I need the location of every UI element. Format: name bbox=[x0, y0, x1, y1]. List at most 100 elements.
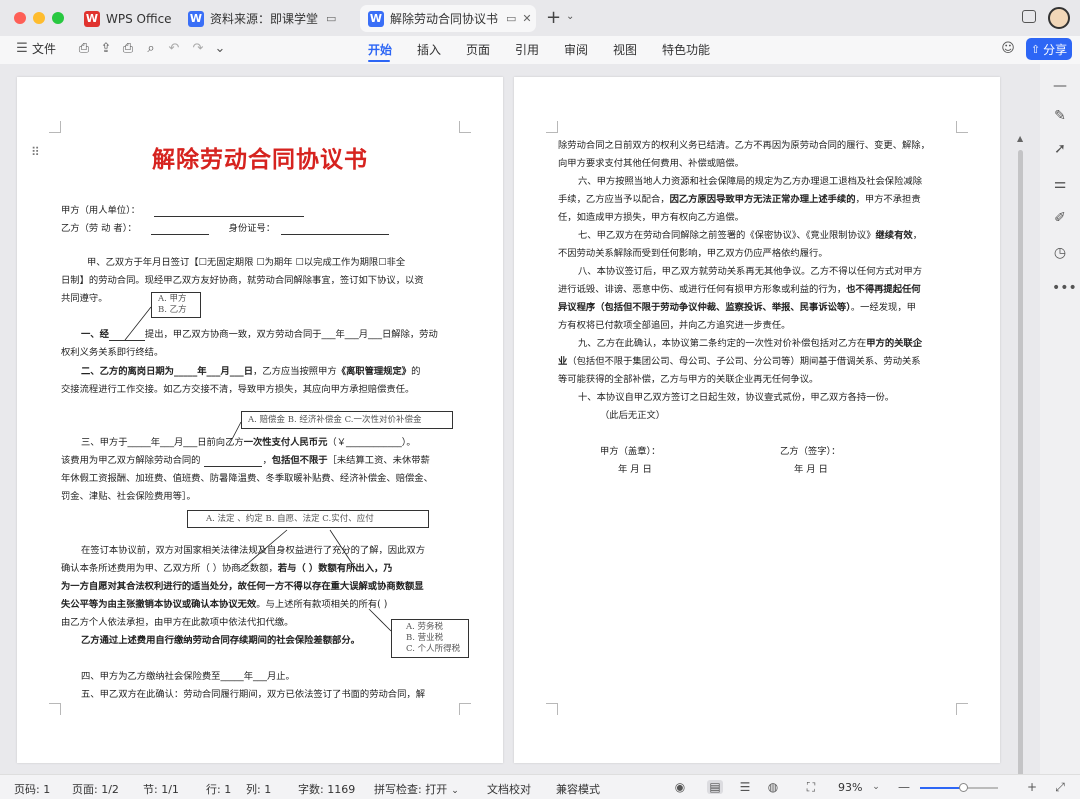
word-count-status[interactable]: 字数: 1169 bbox=[298, 781, 355, 797]
section-status[interactable]: 节: 1/1 bbox=[143, 781, 179, 797]
more-options-icon[interactable]: ••• bbox=[1052, 280, 1077, 296]
body-line: 异议程序（包括但不限于劳动争议仲裁、监察投诉、举报、民事诉讼等）。一经发现，甲 bbox=[558, 302, 916, 313]
format-painter-icon[interactable]: ✐ bbox=[1052, 210, 1068, 226]
web-view-icon[interactable]: ◍ bbox=[765, 780, 781, 794]
share-button[interactable]: ⇧ 分享 bbox=[1026, 38, 1072, 60]
pen-edit-icon[interactable]: ✎ bbox=[1052, 108, 1068, 124]
page-count-status[interactable]: 页面: 1/2 bbox=[72, 781, 119, 797]
body-line: 任，如造成甲方损失，甲方有权向乙方追偿。 bbox=[558, 212, 744, 223]
margin-corner bbox=[546, 703, 558, 715]
split-view-icon[interactable] bbox=[1022, 10, 1036, 23]
outline-view-icon[interactable]: ☰ bbox=[737, 780, 753, 794]
right-side-panel: — ✎ ➚ ⚌ ✐ ◷ ••• bbox=[1040, 64, 1080, 774]
zoom-out-icon[interactable]: — bbox=[896, 780, 912, 794]
margin-corner bbox=[956, 121, 968, 133]
zoom-slider-knob[interactable] bbox=[958, 783, 968, 792]
print-preview-icon[interactable]: ⌕ bbox=[143, 41, 159, 57]
zoom-chevron-icon[interactable]: ⌄ bbox=[868, 780, 884, 794]
screen-icon[interactable]: ▭ bbox=[506, 12, 516, 25]
tab-special-features[interactable]: 特色功能 bbox=[662, 41, 710, 58]
tab-source-doc[interactable]: W 资料来源：即课学堂 ▭ bbox=[180, 5, 356, 32]
minimize-window-button[interactable] bbox=[33, 12, 45, 24]
scrollbar-thumb[interactable] bbox=[1018, 150, 1023, 774]
party-a-date: 年 月 日 bbox=[618, 464, 652, 475]
tab-page[interactable]: 页面 bbox=[466, 41, 490, 58]
body-line: 业（包括但不限于集团公司、母公司、子公司、分公司等）期间基于借调关系、劳动关系 bbox=[558, 356, 921, 367]
tab-list-chevron-icon[interactable]: ⌄ bbox=[566, 11, 574, 22]
title-bar: W WPS Office W 资料来源：即课学堂 ▭ W 解除劳动合同协议书 ▭… bbox=[0, 0, 1080, 36]
spell-check-toggle[interactable]: 拼写检查: 打开 ⌄ bbox=[374, 781, 459, 797]
redo-icon[interactable]: ↷ bbox=[190, 41, 206, 57]
zoom-level[interactable]: 93% bbox=[838, 781, 862, 794]
print-icon[interactable]: ⎙ bbox=[120, 41, 136, 57]
col-status: 列: 1 bbox=[246, 783, 272, 796]
adjust-sliders-icon[interactable]: ⚌ bbox=[1052, 176, 1068, 192]
zoom-slider-fill bbox=[920, 787, 963, 789]
zoom-slider[interactable] bbox=[920, 783, 998, 792]
menu-icon[interactable]: ☰ bbox=[14, 41, 30, 57]
margin-corner bbox=[546, 121, 558, 133]
tab-agreement-doc[interactable]: W 解除劳动合同协议书 ▭ ✕ bbox=[360, 5, 536, 32]
zoom-in-icon[interactable]: + bbox=[1024, 780, 1040, 794]
more-chevron-icon[interactable]: ⌄ bbox=[212, 41, 228, 57]
status-bar: 页码: 1 页面: 1/2 节: 1/1 行: 1 列: 1 字数: 1169 … bbox=[0, 774, 1080, 799]
avatar[interactable] bbox=[1048, 7, 1070, 29]
clause-9-line: 九、乙方在此确认，本协议第二条约定的一次性对价补偿包括对乙方在甲方的关联企 bbox=[578, 338, 923, 349]
close-window-button[interactable] bbox=[14, 12, 26, 24]
clause-10-line: 十、本协议自甲乙双方签订之日起生效，协议壹式贰份，甲乙双方各持一份。 bbox=[578, 392, 895, 403]
document-page-2[interactable]: 除劳动合同之日前双方的权利义务已结清。乙方不再因为原劳动合同的履行、变更、解除，… bbox=[514, 77, 1000, 763]
clause-8-line: 八、本协议签订后，甲乙双方就劳动关系再无其他争议。乙方不得以任何方式对甲方 bbox=[578, 266, 922, 277]
body-line: 不因劳动关系解除而受到任何影响，甲乙双方仍应严格依约履行。 bbox=[558, 248, 828, 259]
page-code-status[interactable]: 页码: 1 bbox=[14, 781, 50, 797]
row-status: 行: 1 bbox=[206, 783, 232, 796]
no-more-text-note: （此后无正文） bbox=[600, 410, 666, 421]
tab-references[interactable]: 引用 bbox=[515, 41, 539, 58]
active-tab-indicator bbox=[368, 60, 390, 62]
body-line: 方有权将已付款项全部追回，并向乙方追究进一步责任。 bbox=[558, 320, 791, 331]
collapse-panel-icon[interactable]: — bbox=[1052, 78, 1068, 94]
party-a-seal-label: 甲方（盖章）： bbox=[600, 446, 661, 457]
tab-home[interactable]: 开始 bbox=[368, 41, 392, 58]
fit-page-icon[interactable]: ⛶ bbox=[803, 780, 819, 794]
body-line: 等可能获得的全部补偿，乙方与甲方的关联企业再无任何争议。 bbox=[558, 374, 819, 385]
screen-icon[interactable]: ▭ bbox=[326, 12, 336, 25]
tab-review[interactable]: 审阅 bbox=[564, 41, 588, 58]
share-icon: ⇧ bbox=[1030, 42, 1041, 56]
history-icon[interactable]: ◷ bbox=[1052, 245, 1068, 261]
page-view-icon[interactable]: ▤ bbox=[707, 780, 723, 794]
body-line: 除劳动合同之日前双方的权利义务已结清。乙方不再因为原劳动合同的履行、变更、解除， bbox=[558, 140, 930, 151]
tab-view[interactable]: 视图 bbox=[613, 41, 637, 58]
party-b-date: 年 月 日 bbox=[794, 464, 828, 475]
vertical-scrollbar[interactable]: ▲ bbox=[1016, 134, 1024, 774]
fullscreen-icon[interactable]: ⤢ bbox=[1052, 780, 1068, 794]
wps-logo-icon: W bbox=[84, 10, 100, 27]
file-menu[interactable]: 文件 bbox=[32, 40, 56, 57]
document-page-1[interactable]: ⠿ 解除劳动合同协议书 甲方（用人单位）： 乙方（劳 动 者）： 身份证号： 甲、… bbox=[17, 77, 503, 763]
compat-mode-status: 兼容模式 bbox=[556, 783, 600, 796]
main-toolbar: ☰ 文件 ⎙ ⇪ ⎙ ⌕ ↶ ↷ ⌄ 开始 插入 页面 引用 审阅 视图 特色功… bbox=[0, 36, 1080, 64]
tab-insert[interactable]: 插入 bbox=[417, 41, 441, 58]
body-line: 手续，乙方应当予以配合，因乙方原因导致甲方无法正常办理上述手续的，甲方不承担责 bbox=[558, 194, 921, 205]
margin-corner bbox=[956, 703, 968, 715]
zoom-window-button[interactable] bbox=[52, 12, 64, 24]
document-canvas[interactable]: ⠿ 解除劳动合同协议书 甲方（用人单位）： 乙方（劳 动 者）： 身份证号： 甲、… bbox=[0, 64, 1040, 774]
body-line: 向甲方要求支付其他任何费用、补偿或赔偿。 bbox=[558, 158, 744, 169]
eye-icon[interactable]: ◉ bbox=[672, 780, 688, 794]
clause-7-line: 七、甲乙双方在劳动合同解除之前签署的《保密协议》、《竞业限制协议》继续有效， bbox=[578, 230, 923, 241]
body-line: 进行诋毁、诽谤、恶意中伤、或进行任何有损甲方形象或利益的行为，也不得再提起任何 bbox=[558, 284, 921, 295]
new-tab-button[interactable]: + bbox=[546, 7, 561, 28]
select-cursor-icon[interactable]: ➚ bbox=[1052, 141, 1068, 157]
proofread-button[interactable]: 文档校对 bbox=[487, 781, 531, 797]
close-tab-icon[interactable]: ✕ bbox=[522, 12, 531, 25]
save-icon[interactable]: ⎙ bbox=[76, 41, 92, 57]
tab-wps-office[interactable]: W WPS Office bbox=[76, 5, 176, 32]
chevron-down-icon: ⌄ bbox=[451, 786, 459, 796]
undo-icon[interactable]: ↶ bbox=[166, 41, 182, 57]
comment-icon[interactable]: ☺ bbox=[1000, 41, 1016, 57]
writer-doc-icon: W bbox=[188, 10, 204, 27]
export-pdf-icon[interactable]: ⇪ bbox=[98, 41, 114, 57]
writer-doc-icon: W bbox=[368, 10, 384, 27]
scroll-up-arrow-icon[interactable]: ▲ bbox=[1017, 134, 1023, 143]
annotation-connectors bbox=[124, 306, 392, 632]
party-b-sign-label: 乙方（签字）： bbox=[780, 446, 841, 457]
